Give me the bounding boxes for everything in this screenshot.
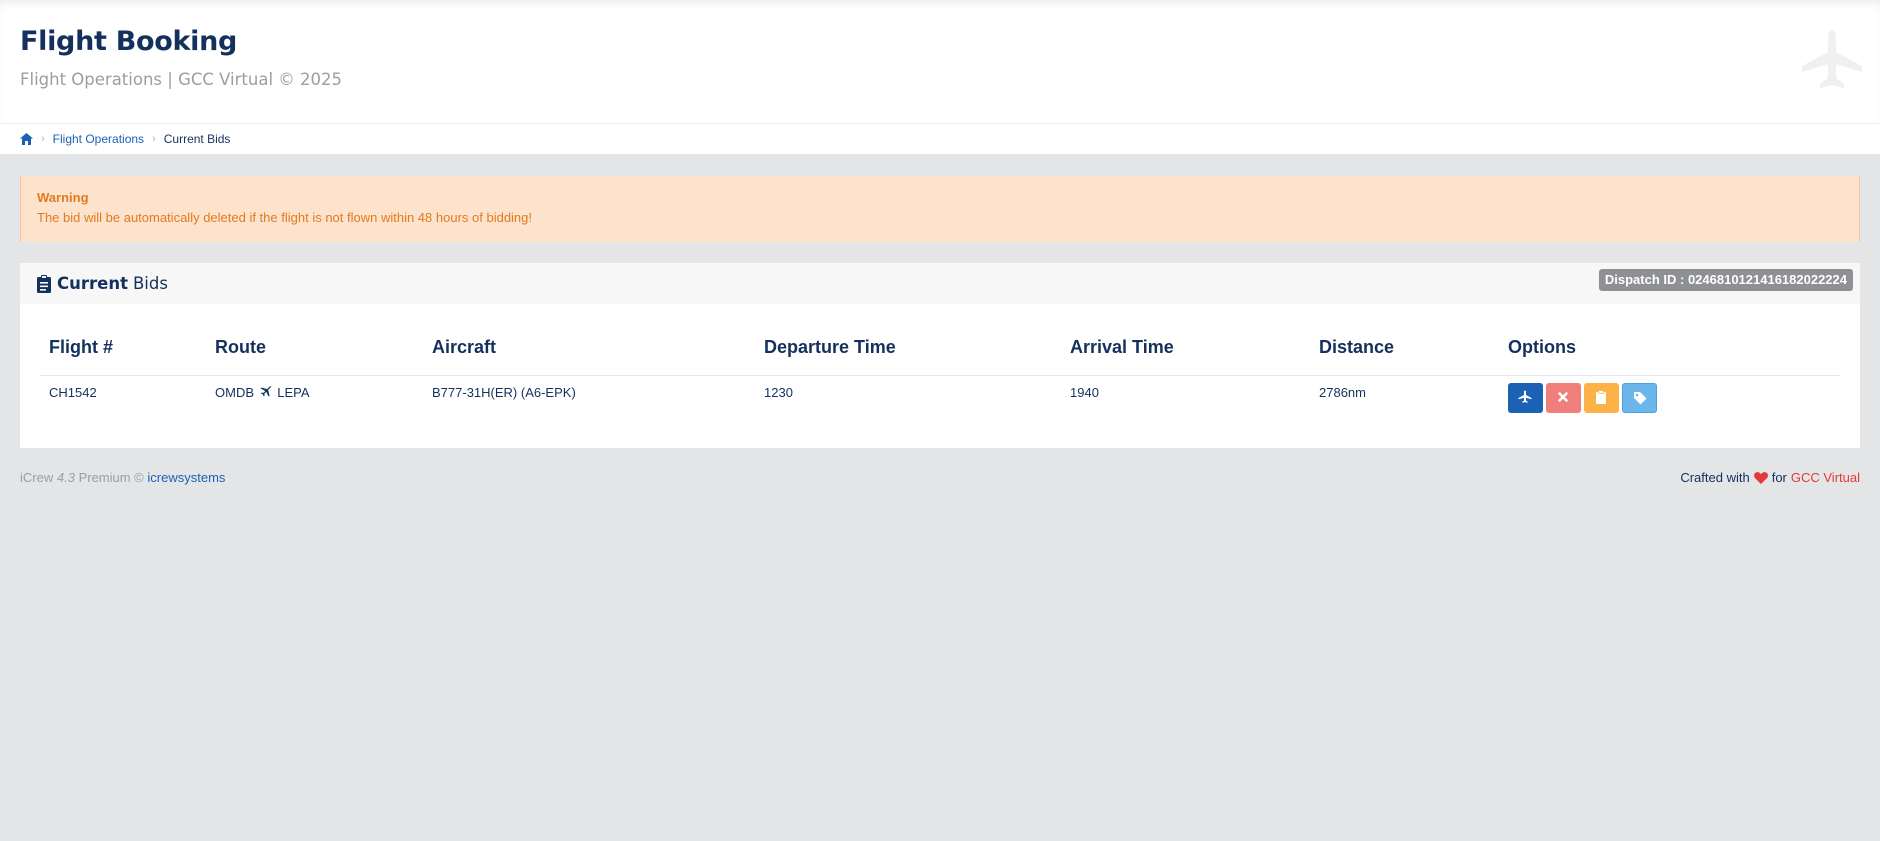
- column-header-options: Options: [1499, 335, 1840, 376]
- breadcrumb-flight-operations[interactable]: Flight Operations: [53, 132, 144, 146]
- breadcrumb: › Flight Operations › Current Bids: [20, 131, 230, 147]
- footer-left: iCrew 4.3 Premium © icrewsystems: [20, 470, 225, 485]
- route-cell: OMDB LEPA: [206, 375, 423, 422]
- plane-icon: [260, 385, 272, 397]
- footer-vendor-link[interactable]: icrewsystems: [147, 470, 225, 485]
- alert-title: Warning: [37, 190, 89, 205]
- footer-crafted-for: for: [1771, 470, 1787, 485]
- aircraft-cell: B777-31H(ER) (A6-EPK): [432, 384, 576, 400]
- footer-crafted-prefix: Crafted with: [1680, 470, 1750, 485]
- footer-brand-link[interactable]: GCC Virtual: [1791, 470, 1860, 485]
- column-header-distance: Distance: [1310, 335, 1499, 376]
- panel-title: Current Bids: [37, 274, 168, 293]
- briefing-button[interactable]: [1584, 382, 1619, 413]
- panel-header: Current Bids Dispatch ID : 0246810121416…: [20, 263, 1860, 304]
- departure-time: 1230: [764, 384, 793, 400]
- current-bids-panel: Current Bids Dispatch ID : 0246810121416…: [20, 263, 1860, 448]
- warning-alert: Warning The bid will be automatically de…: [20, 176, 1860, 242]
- clipboard-icon: [1596, 389, 1606, 404]
- plane-icon: [1518, 390, 1532, 403]
- breadcrumb-current-bids: Current Bids: [163, 132, 231, 146]
- footer-right: Crafted with for GCC Virtual: [1680, 470, 1860, 485]
- close-icon: [1558, 391, 1568, 402]
- footer-version: 4.3: [56, 470, 75, 485]
- tag-button[interactable]: [1622, 382, 1657, 413]
- column-header-flight: Flight #: [40, 335, 206, 376]
- column-header-route: Route: [206, 335, 423, 376]
- footer-edition: Premium ©: [78, 470, 144, 485]
- flight-number: CH1542: [49, 384, 97, 400]
- panel-title-light: Bids: [132, 274, 168, 293]
- plane-icon: [1802, 30, 1862, 88]
- column-header-departure: Departure Time: [755, 335, 1061, 376]
- column-header-aircraft: Aircraft: [423, 335, 755, 376]
- route-origin: OMDB: [215, 384, 254, 400]
- fly-flight-button[interactable]: [1508, 382, 1543, 413]
- arrival-time: 1940: [1070, 384, 1099, 400]
- column-header-arrival: Arrival Time: [1061, 335, 1310, 376]
- panel-title-strong: Current: [57, 274, 128, 293]
- breadcrumb-separator: ›: [41, 133, 45, 145]
- breadcrumb-bar: › Flight Operations › Current Bids: [0, 123, 1880, 154]
- table-header-row: Flight # Route Aircraft Departure Time A…: [40, 335, 1840, 376]
- bids-table: Flight # Route Aircraft Departure Time A…: [40, 335, 1840, 422]
- options-cell: [1499, 375, 1840, 422]
- clipboard-icon: [37, 274, 51, 293]
- route-destination: LEPA: [277, 384, 310, 400]
- delete-bid-button[interactable]: [1546, 382, 1581, 413]
- breadcrumb-separator: ›: [152, 133, 156, 145]
- distance-cell: 2786nm: [1319, 384, 1366, 400]
- footer-app-name: iCrew: [20, 470, 54, 485]
- page-subtitle: Flight Operations | GCC Virtual © 2025: [20, 70, 343, 89]
- dispatch-id-badge: Dispatch ID : 0246810121416182022224: [1598, 269, 1853, 291]
- table-row: CH1542 OMDB LEPA B777-31H(ER) (A6-EPK) 1…: [40, 375, 1840, 422]
- heart-icon: [1753, 471, 1768, 484]
- home-icon[interactable]: [20, 133, 33, 145]
- alert-text: The bid will be automatically deleted if…: [37, 210, 533, 225]
- page-header: Flight Booking Flight Operations | GCC V…: [0, 0, 1880, 123]
- page-title: Flight Booking: [20, 26, 238, 57]
- tag-icon: [1634, 391, 1647, 404]
